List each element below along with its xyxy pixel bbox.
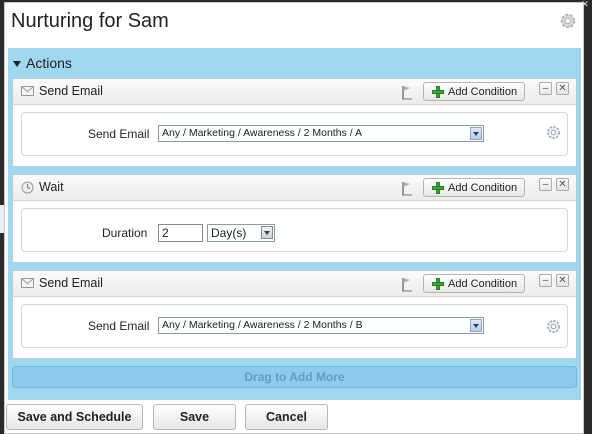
add-condition-label: Add Condition [448, 277, 518, 290]
plus-icon [432, 181, 444, 194]
close-button[interactable]: ✕ [556, 82, 569, 95]
email-select-value: Any / Marketing / Awareness / 2 Months /… [162, 127, 362, 139]
actions-header-label: Actions [26, 55, 72, 71]
plus-icon [432, 85, 444, 98]
duration-input[interactable]: 2 [158, 224, 203, 242]
drag-to-add-more-zone[interactable]: Drag to Add More [12, 366, 577, 388]
card-title: Wait [39, 180, 64, 194]
condition-flag-icon[interactable] [400, 84, 414, 100]
dialog-title: Nurturing for Sam [11, 10, 169, 32]
dropdown-arrow-icon [261, 226, 273, 239]
condition-flag-icon[interactable] [400, 180, 414, 196]
dropdown-arrow-icon [470, 319, 482, 332]
caret-down-icon [13, 60, 21, 67]
actions-panel: Actions Send Email Add Condition – ✕ Sen… [8, 48, 581, 400]
email-select[interactable]: Any / Marketing / Awareness / 2 Months /… [158, 317, 484, 334]
action-card-send-email-2: Send Email Add Condition – ✕ Send Email … [12, 270, 577, 359]
gear-icon[interactable] [546, 319, 561, 334]
card-header: Send Email Add Condition – ✕ [13, 79, 576, 105]
cancel-button[interactable]: Cancel [245, 404, 328, 430]
clock-icon [21, 181, 34, 194]
close-button[interactable]: ✕ [556, 274, 569, 287]
action-card-send-email-1: Send Email Add Condition – ✕ Send Email … [12, 78, 577, 167]
add-condition-label: Add Condition [448, 85, 518, 98]
nurturing-dialog: Nurturing for Sam Actions Send Email Add… [4, 2, 584, 434]
card-body: Duration 2 Day(s) [21, 208, 568, 252]
card-body: Send Email Any / Marketing / Awareness /… [21, 304, 568, 348]
card-body: Send Email Any / Marketing / Awareness /… [21, 112, 568, 156]
minimize-button[interactable]: – [539, 178, 552, 191]
plus-icon [432, 277, 444, 290]
actions-toggle[interactable]: Actions [13, 54, 72, 72]
duration-label: Duration [102, 226, 148, 240]
gear-icon[interactable] [546, 125, 561, 140]
envelope-icon [21, 278, 34, 288]
card-title: Send Email [39, 84, 103, 98]
email-select-value: Any / Marketing / Awareness / 2 Months /… [162, 319, 363, 331]
card-header: Send Email Add Condition – ✕ [13, 271, 576, 297]
duration-unit-value: Day(s) [211, 226, 247, 240]
card-header: Wait Add Condition – ✕ [13, 175, 576, 201]
add-condition-label: Add Condition [448, 181, 518, 194]
minimize-button[interactable]: – [539, 274, 552, 287]
send-email-label: Send Email [88, 127, 150, 141]
add-condition-button[interactable]: Add Condition [423, 82, 525, 101]
envelope-icon [21, 86, 34, 96]
gear-icon[interactable] [559, 12, 577, 30]
minimize-button[interactable]: – [539, 82, 552, 95]
send-email-label: Send Email [88, 319, 150, 333]
dropdown-arrow-icon [470, 127, 482, 140]
condition-flag-icon[interactable] [400, 276, 414, 292]
duration-unit-select[interactable]: Day(s) [207, 224, 275, 242]
save-and-schedule-button[interactable]: Save and Schedule [6, 404, 143, 430]
close-button[interactable]: ✕ [556, 178, 569, 191]
add-condition-button[interactable]: Add Condition [423, 274, 525, 293]
add-condition-button[interactable]: Add Condition [423, 178, 525, 197]
save-button[interactable]: Save [153, 404, 236, 430]
card-title: Send Email [39, 276, 103, 290]
action-card-wait: Wait Add Condition – ✕ Duration 2 Day(s) [12, 174, 577, 263]
email-select[interactable]: Any / Marketing / Awareness / 2 Months /… [158, 125, 484, 142]
